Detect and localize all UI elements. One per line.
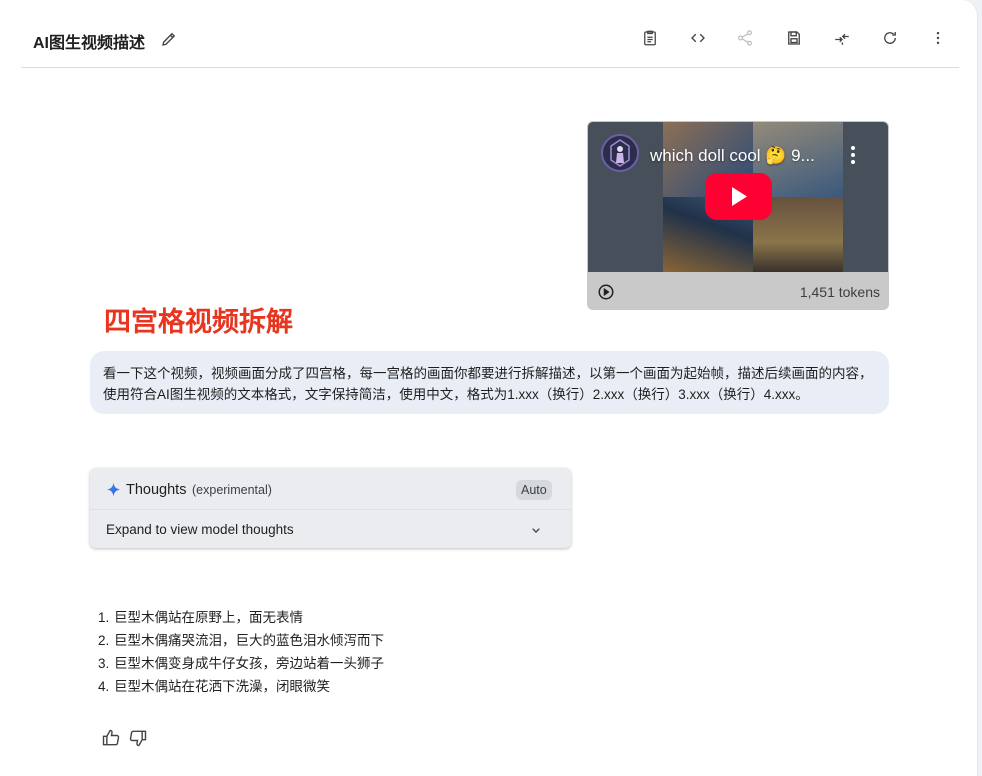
video-thumbnail[interactable]: which doll cool 🤔 9... xyxy=(588,122,888,272)
thoughts-header: Thoughts (experimental) Auto xyxy=(90,468,571,510)
code-icon xyxy=(691,33,705,43)
list-item: 1. 巨型木偶站在原野上，面无表情 xyxy=(98,610,303,625)
video-menu-icon[interactable] xyxy=(846,144,860,166)
thumbs-up-icon[interactable] xyxy=(101,728,121,748)
list-item: 3. 巨型木偶变身成牛仔女孩，旁边站着一头狮子 xyxy=(98,656,384,671)
clipboard-button[interactable] xyxy=(638,26,662,50)
page-title: AI图生视频描述 xyxy=(33,35,146,52)
sparkle-icon xyxy=(106,482,121,497)
chat-panel: AI图生视频描述 which doll cool 🤔 9... 1,451 to… xyxy=(0,0,978,776)
thoughts-mode-badge[interactable]: Auto xyxy=(516,480,552,500)
thoughts-label: Thoughts xyxy=(126,482,187,498)
get-code-button[interactable] xyxy=(686,26,710,50)
compare-button[interactable] xyxy=(830,26,854,50)
model-answer-list: 1. 巨型木偶站在原野上，面无表情 2. 巨型木偶痛哭流泪，巨大的蓝色泪水倾泻而下 … xyxy=(98,606,384,698)
save-button[interactable] xyxy=(782,26,806,50)
expand-thoughts-toggle[interactable]: Expand to view model thoughts xyxy=(106,522,294,537)
user-prompt-bubble: 看一下这个视频，视频画面分成了四宫格，每一宫格的画面你都要进行拆解描述，以第一个… xyxy=(90,351,889,414)
thumbs-down-icon[interactable] xyxy=(128,728,148,748)
chevron-down-icon[interactable] xyxy=(528,522,544,538)
list-item: 4. 巨型木偶站在花洒下洗澡，闭眼微笑 xyxy=(98,679,330,694)
youtube-play-icon[interactable] xyxy=(705,173,772,220)
more-options-button[interactable] xyxy=(926,26,950,50)
list-item: 2. 巨型木偶痛哭流泪，巨大的蓝色泪水倾泻而下 xyxy=(98,633,384,648)
prompt-heading: 四宫格视频拆解 xyxy=(104,307,293,338)
channel-avatar[interactable] xyxy=(601,134,639,172)
thoughts-experimental-label: (experimental) xyxy=(192,483,272,497)
save-icon xyxy=(788,31,800,45)
share-button[interactable] xyxy=(733,26,757,50)
header-bar: AI图生视频描述 xyxy=(21,0,959,68)
video-attachment[interactable]: which doll cool 🤔 9... 1,451 tokens xyxy=(587,121,889,310)
user-prompt-text: 看一下这个视频，视频画面分成了四宫格，每一宫格的画面你都要进行拆解描述，以第一个… xyxy=(103,366,873,402)
more-vert-icon xyxy=(936,31,940,45)
channel-logo-icon xyxy=(610,139,630,167)
share-icon xyxy=(738,30,752,46)
thoughts-panel: Thoughts (experimental) Auto Expand to v… xyxy=(90,468,571,548)
refresh-button[interactable] xyxy=(878,26,902,50)
video-footer: 1,451 tokens xyxy=(588,272,888,309)
clipboard-icon xyxy=(644,30,656,46)
play-circle-icon[interactable] xyxy=(597,283,615,301)
compare-icon xyxy=(835,33,849,45)
edit-title-icon[interactable] xyxy=(160,30,178,48)
refresh-icon xyxy=(884,32,896,44)
token-count: 1,451 tokens xyxy=(799,284,880,300)
video-title[interactable]: which doll cool 🤔 9... xyxy=(650,146,815,166)
